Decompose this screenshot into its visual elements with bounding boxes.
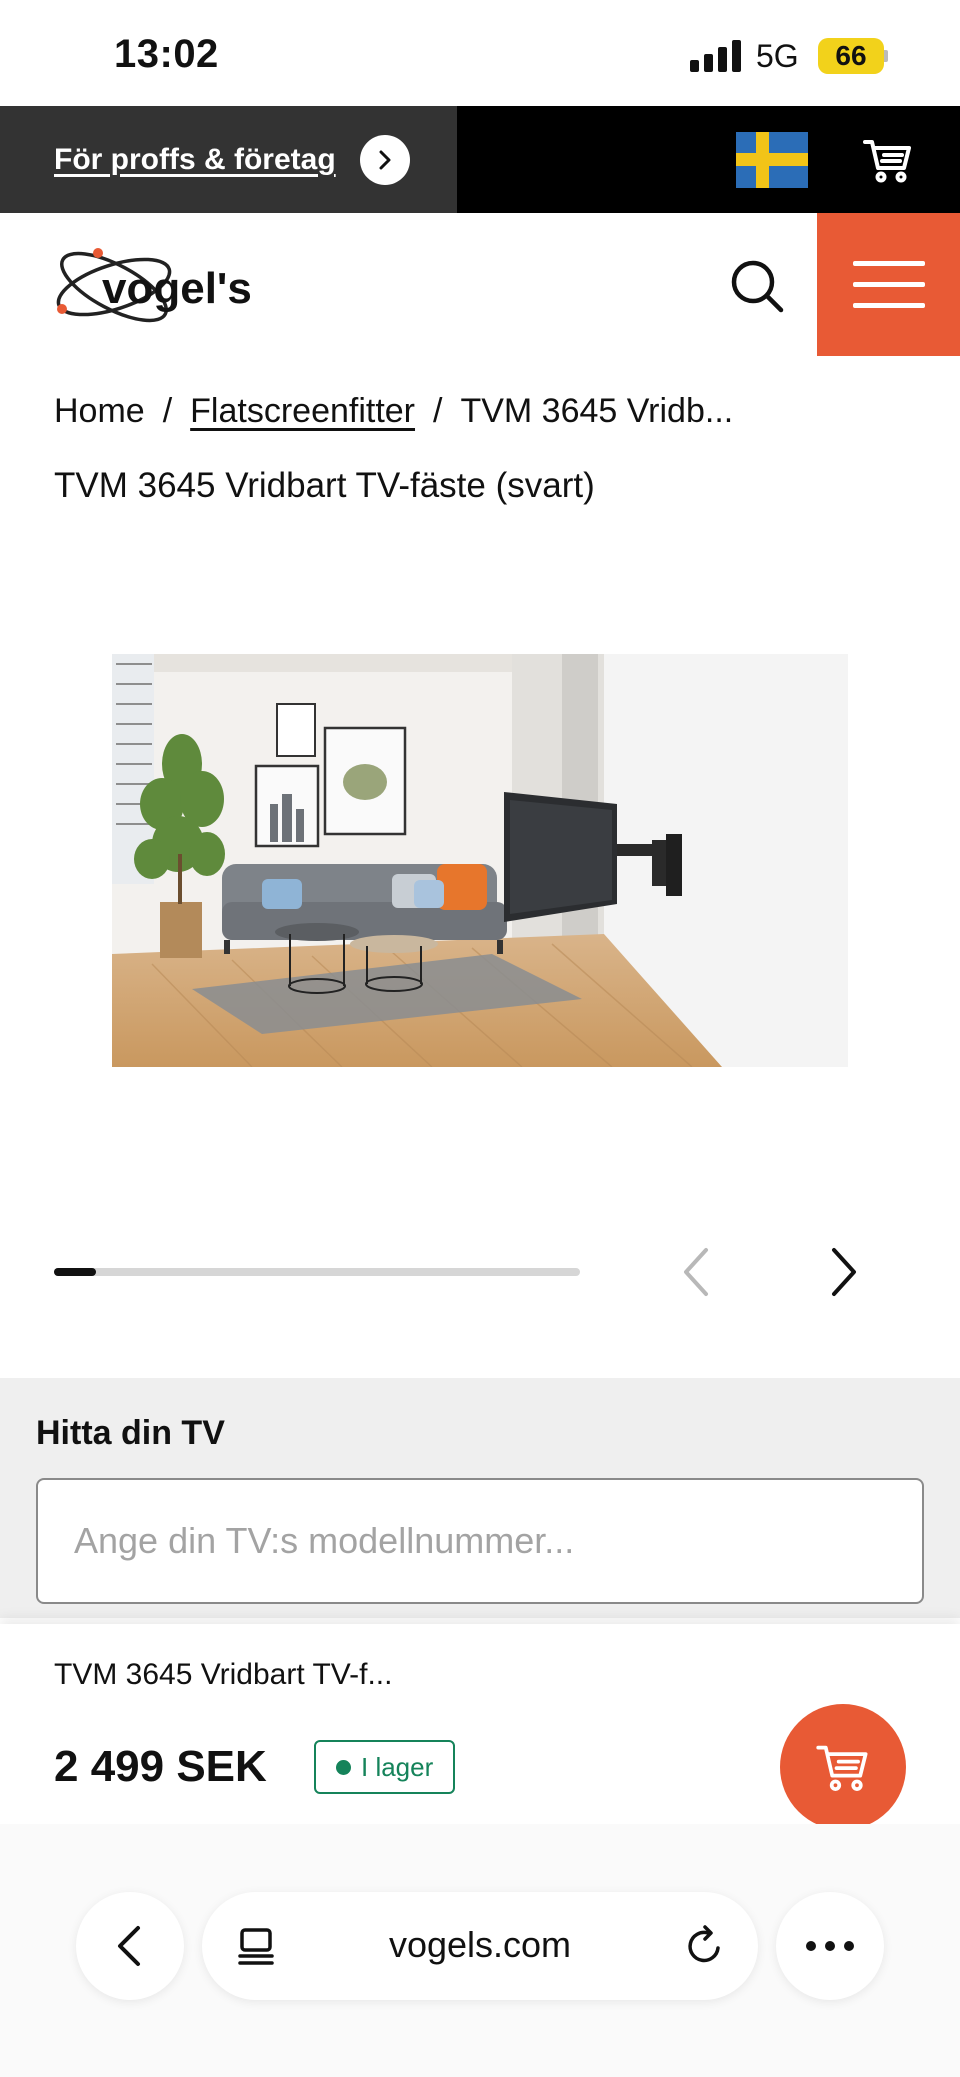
stock-label: I lager	[361, 1751, 434, 1782]
battery-tip	[884, 50, 888, 62]
breadcrumb-current: TVM 3645 Vridb...	[460, 392, 734, 430]
page-title: TVM 3645 Vridbart TV-fäste (svart)	[54, 466, 595, 505]
find-tv-title: Hitta din TV	[36, 1414, 225, 1452]
chevron-left-icon[interactable]	[672, 1244, 722, 1300]
pro-bar: För proffs & företag	[0, 106, 960, 213]
battery-icon: 66	[818, 38, 884, 74]
breadcrumb-category[interactable]: Flatscreenfitter	[190, 392, 415, 430]
chevron-left-icon	[118, 1926, 140, 1966]
chevron-right-icon[interactable]	[359, 134, 410, 185]
status-time: 13:02	[114, 32, 219, 76]
pro-link-container[interactable]: För proffs & företag	[0, 106, 457, 213]
more-options-icon[interactable]	[776, 1892, 884, 2000]
logo-text: vogel's	[102, 264, 252, 313]
product-price: 2 499 SEK	[54, 1742, 267, 1791]
network-type: 5G	[756, 38, 799, 74]
breadcrumb-separator: /	[162, 392, 173, 430]
chevron-right-icon[interactable]	[818, 1244, 868, 1300]
tv-model-search-input[interactable]	[36, 1478, 924, 1604]
pro-link[interactable]: För proffs & företag	[54, 143, 336, 177]
browser-toolbar: vogels.com	[0, 1824, 960, 2077]
search-icon[interactable]	[728, 257, 786, 315]
stock-dot-icon	[336, 1759, 351, 1775]
breadcrumb: Home / Flatscreenfitter / TVM 3645 Vridb...	[54, 392, 733, 431]
status-bar: 13:02 5G 66	[0, 0, 960, 106]
add-to-cart-button[interactable]	[780, 1704, 906, 1830]
gallery-progress-track[interactable]	[54, 1268, 580, 1276]
browser-back-button[interactable]	[76, 1892, 184, 2000]
product-image[interactable]	[112, 654, 848, 1067]
cart-icon[interactable]	[862, 134, 914, 186]
cart-icon	[816, 1745, 868, 1791]
url-text[interactable]: vogels.com	[202, 1924, 758, 1966]
gallery-progress-fill	[54, 1268, 97, 1276]
signal-icon	[690, 40, 742, 72]
sweden-flag-icon[interactable]	[736, 132, 808, 188]
stock-status-badge: I lager	[314, 1740, 456, 1794]
breadcrumb-home[interactable]: Home	[54, 392, 145, 430]
find-tv-section: Hitta din TV	[0, 1378, 960, 1618]
sticky-product-name: TVM 3645 Vridbart TV-f...	[54, 1658, 393, 1691]
breadcrumb-separator: /	[433, 392, 443, 430]
vogels-logo[interactable]: vogel's	[52, 243, 282, 331]
reload-icon[interactable]	[680, 1922, 728, 1970]
sticky-product-bar: TVM 3645 Vridbart TV-f... 2 499 SEK I la…	[0, 1624, 960, 1830]
site-header: vogel's	[0, 213, 960, 356]
hamburger-menu-icon[interactable]	[817, 213, 960, 356]
address-bar[interactable]: vogels.com	[202, 1892, 758, 2000]
